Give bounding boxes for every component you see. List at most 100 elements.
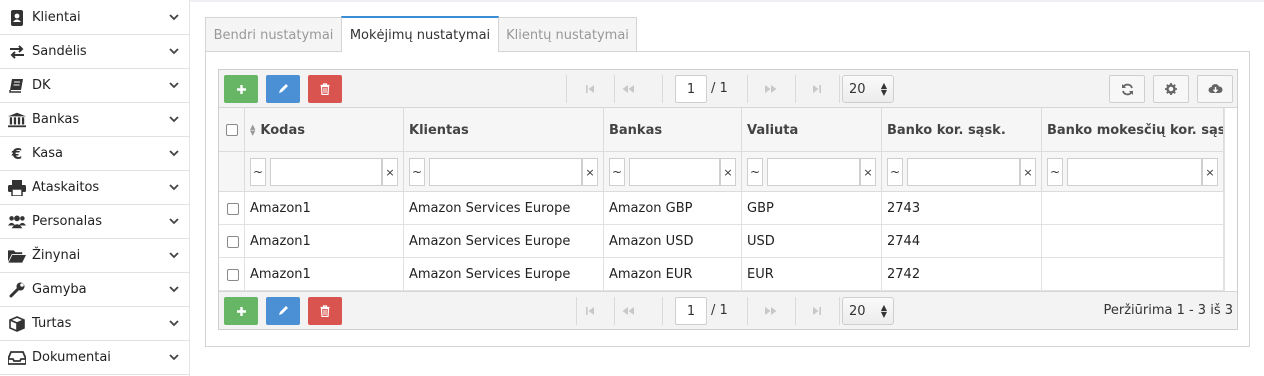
sidebar-item-bankas[interactable]: Bankas xyxy=(0,103,189,137)
exchange-icon xyxy=(8,44,26,59)
last-page-button[interactable] xyxy=(793,297,841,325)
filter-input-bankas[interactable] xyxy=(629,158,720,186)
settings-button[interactable] xyxy=(1153,75,1189,103)
filter-clear-button[interactable]: × xyxy=(382,158,398,186)
cell-kodas: Amazon1 xyxy=(245,192,404,225)
chevron-down-icon xyxy=(167,218,181,225)
inbox-icon xyxy=(8,350,26,365)
filter-clear-button[interactable]: × xyxy=(1202,158,1218,186)
filter-clear-button[interactable]: × xyxy=(582,158,598,186)
sidebar-item-ataskaitos[interactable]: Ataskaitos xyxy=(0,171,189,205)
page-total: / 1 xyxy=(711,81,728,96)
sidebar-item-label: Turtas xyxy=(32,316,72,331)
users-icon xyxy=(8,214,26,229)
records-info: Peržiūrima 1 - 3 iš 3 xyxy=(1103,303,1233,318)
tab-mokejimu-nustatymai[interactable]: Mokėjimų nustatymai xyxy=(341,16,499,52)
sidebar-item-label: Ataskaitos xyxy=(32,180,100,195)
select-arrows-icon: ▲ ▼ xyxy=(880,303,887,319)
tab-bendri-nustatymai[interactable]: Bendri nustatymai xyxy=(205,17,342,52)
filter-cell-valiuta: ~ × xyxy=(742,152,882,192)
table-row[interactable]: Amazon1 Amazon Services Europe Amazon US… xyxy=(219,225,1237,258)
refresh-button[interactable] xyxy=(1109,75,1145,103)
column-header-valiuta[interactable]: Valiuta xyxy=(742,108,882,152)
filter-input-klientas[interactable] xyxy=(429,158,582,186)
row-checkbox[interactable] xyxy=(227,202,239,215)
last-page-icon xyxy=(813,85,821,93)
column-header-kodas[interactable]: ▲ ▼ Kodas xyxy=(245,108,404,152)
filter-operator[interactable]: ~ xyxy=(609,158,625,186)
cell-valiuta: GBP xyxy=(742,192,882,225)
page-number-input[interactable] xyxy=(675,297,707,325)
row-select-cell xyxy=(219,258,245,291)
filter-input-valiuta[interactable] xyxy=(767,158,860,186)
cell-kodas: Amazon1 xyxy=(245,258,404,291)
column-header-klientas[interactable]: Klientas xyxy=(404,108,604,152)
row-checkbox[interactable] xyxy=(227,235,239,248)
sidebar-item-label: Žinynai xyxy=(32,248,81,263)
sidebar-item-turtas[interactable]: Turtas xyxy=(0,307,189,341)
select-all-checkbox[interactable] xyxy=(226,124,238,136)
filter-clear-button[interactable]: × xyxy=(1020,158,1036,186)
filter-operator[interactable]: ~ xyxy=(887,158,903,186)
trash-icon xyxy=(320,83,330,95)
filter-operator[interactable]: ~ xyxy=(409,158,425,186)
filter-operator[interactable]: ~ xyxy=(1047,158,1063,186)
filter-input-banko-mokesciu-kor-sask[interactable] xyxy=(1067,158,1202,186)
sidebar-item-label: Gamyba xyxy=(32,282,87,297)
sidebar-item-dk[interactable]: DK xyxy=(0,69,189,103)
export-button[interactable] xyxy=(1197,75,1233,103)
next-page-button[interactable] xyxy=(747,297,795,325)
filter-cell-banko-kor-sask: ~ × xyxy=(882,152,1042,192)
filter-operator[interactable]: ~ xyxy=(747,158,763,186)
vertical-scrollbar[interactable] xyxy=(1224,108,1237,291)
grid-top-toolbar: / 1 20 ▲▼ xyxy=(219,70,1237,108)
add-button[interactable] xyxy=(224,297,258,325)
cell-banko-kor-sask: 2744 xyxy=(882,225,1042,258)
sidebar-item-label: Kasa xyxy=(32,146,64,161)
add-button[interactable] xyxy=(224,75,258,103)
sidebar-item-klientai[interactable]: Klientai xyxy=(0,1,189,35)
cell-kodas: Amazon1 xyxy=(245,225,404,258)
delete-button[interactable] xyxy=(308,297,342,325)
column-header-banko-mokesciu-kor-sask[interactable]: Banko mokesčių kor. sąsk. xyxy=(1042,108,1224,152)
sidebar-item-personalas[interactable]: Personalas xyxy=(0,205,189,239)
filter-cell-banko-mokesciu-kor-sask: ~ × xyxy=(1042,152,1224,192)
page-size-select[interactable]: 20 ▲ ▼ xyxy=(842,75,894,103)
tab-klientu-nustatymai[interactable]: Klientų nustatymai xyxy=(498,17,637,52)
filter-input-banko-kor-sask[interactable] xyxy=(907,158,1020,186)
filter-operator[interactable]: ~ xyxy=(250,158,266,186)
gear-icon xyxy=(1165,83,1177,95)
next-page-button[interactable] xyxy=(747,75,795,103)
sidebar-item-sandelis[interactable]: Sandėlis xyxy=(0,35,189,69)
cell-klientas: Amazon Services Europe xyxy=(404,258,604,291)
last-page-button[interactable] xyxy=(793,75,841,103)
column-header-bankas[interactable]: Bankas xyxy=(604,108,742,152)
sidebar-item-zinynai[interactable]: Žinynai xyxy=(0,239,189,273)
page-number-input[interactable] xyxy=(675,75,707,103)
sidebar-item-kasa[interactable]: € Kasa xyxy=(0,137,189,171)
cell-banko-mokesciu-kor-sask xyxy=(1042,192,1224,225)
table-row[interactable]: Amazon1 Amazon Services Europe Amazon EU… xyxy=(219,258,1237,291)
sidebar-item-gamyba[interactable]: Gamyba xyxy=(0,273,189,307)
filter-row: ~ × ~ × ~ × ~ × ~ × ~ × xyxy=(219,152,1237,192)
filter-clear-button[interactable]: × xyxy=(860,158,876,186)
prev-page-button[interactable] xyxy=(604,75,652,103)
plus-icon xyxy=(236,306,246,316)
page-size-value: 20 xyxy=(849,303,866,319)
chevron-down-icon xyxy=(167,82,181,89)
table-row[interactable]: Amazon1 Amazon Services Europe Amazon GB… xyxy=(219,192,1237,225)
filter-clear-button[interactable]: × xyxy=(720,158,736,186)
prev-page-button[interactable] xyxy=(604,297,652,325)
select-all-cell xyxy=(219,108,245,152)
column-header-banko-kor-sask[interactable]: Banko kor. sąsk. xyxy=(882,108,1042,152)
delete-button[interactable] xyxy=(308,75,342,103)
chevron-down-icon xyxy=(167,286,181,293)
row-checkbox[interactable] xyxy=(227,268,239,281)
filter-input-kodas[interactable] xyxy=(270,158,382,186)
pencil-icon xyxy=(279,306,288,315)
column-header-label: Kodas xyxy=(260,122,305,138)
sidebar-item-dokumentai[interactable]: Dokumentai xyxy=(0,341,189,375)
edit-button[interactable] xyxy=(266,75,300,103)
edit-button[interactable] xyxy=(266,297,300,325)
page-size-select[interactable]: 20 ▲ ▼ xyxy=(842,297,894,325)
